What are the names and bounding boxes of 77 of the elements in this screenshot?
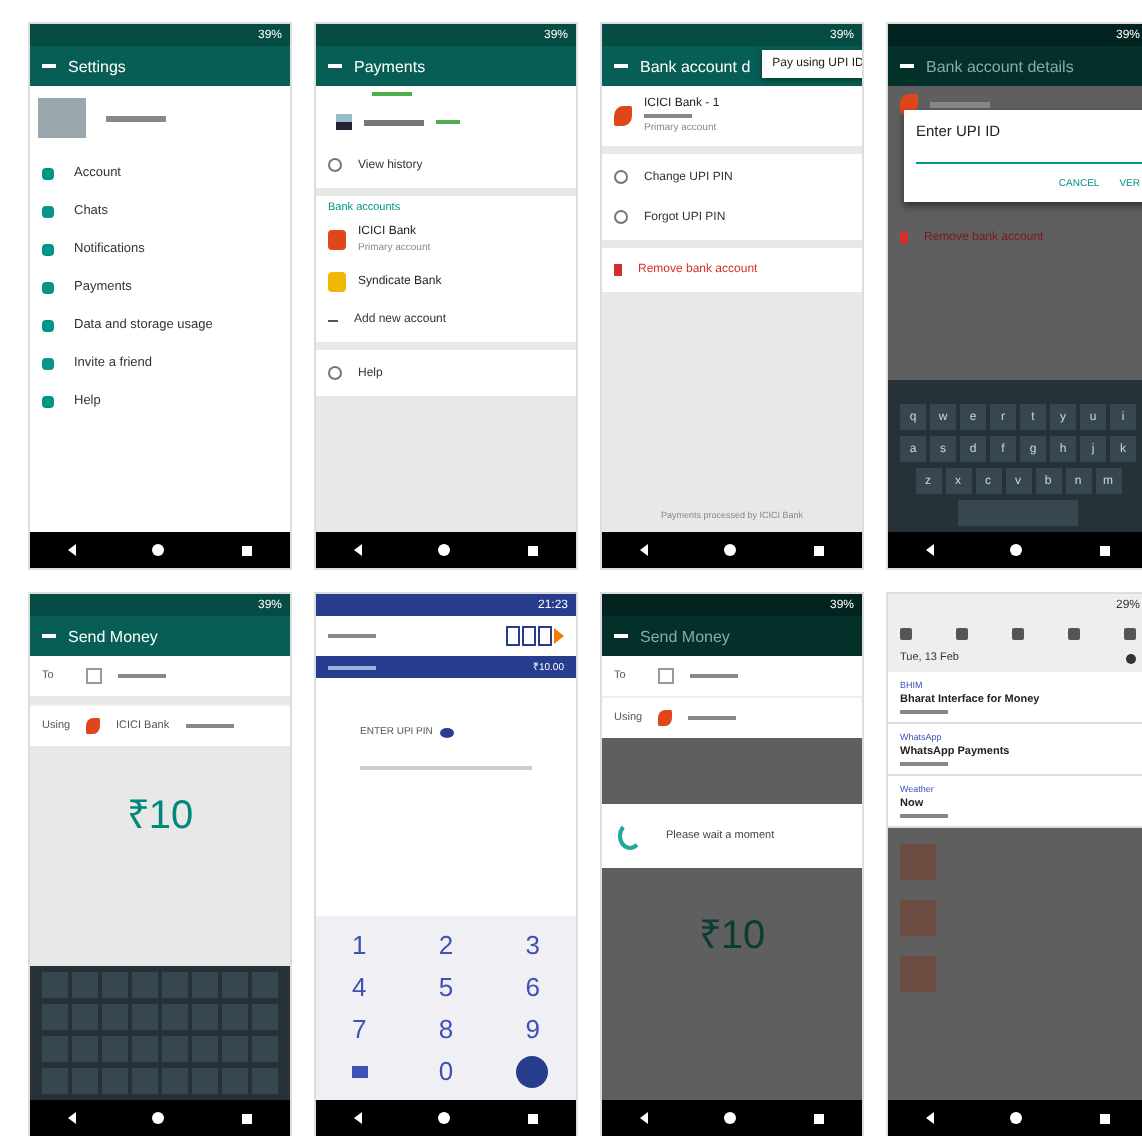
setting-icon — [42, 167, 54, 179]
home-icon[interactable] — [1010, 1112, 1023, 1124]
recents-icon[interactable] — [241, 545, 252, 555]
quick-setting-icon[interactable] — [1012, 628, 1024, 640]
back-icon[interactable] — [640, 544, 649, 556]
avatar-placeholder — [38, 98, 86, 138]
trash-icon — [900, 232, 908, 244]
numpad-key[interactable]: 1 — [316, 924, 403, 966]
home-icon[interactable] — [152, 544, 165, 556]
profile-name-bar — [106, 115, 166, 121]
quick-setting-icon[interactable] — [1068, 628, 1080, 640]
setting-icon — [42, 357, 54, 369]
bank-logo-icon — [86, 718, 100, 734]
payment-card-drawing — [332, 110, 464, 134]
recents-icon[interactable] — [813, 1113, 824, 1123]
home-icon[interactable] — [1010, 544, 1023, 556]
quick-setting-icon[interactable] — [900, 628, 912, 640]
recents-icon[interactable] — [527, 545, 538, 555]
bank-logo-icon — [614, 106, 632, 126]
eye-icon[interactable] — [440, 727, 455, 737]
numpad-key[interactable]: 9 — [489, 1008, 576, 1050]
screen-title: Bank account details — [926, 57, 1074, 75]
recents-icon[interactable] — [527, 1113, 538, 1123]
pin-icon — [614, 170, 628, 184]
screen-title: Payments — [354, 57, 426, 75]
back-icon[interactable] — [354, 544, 363, 556]
upi-logo-icon — [506, 626, 564, 646]
account-details-bar — [930, 101, 990, 107]
numpad-key[interactable]: 6 — [489, 966, 576, 1008]
pin-icon — [614, 210, 628, 224]
home-icon[interactable] — [438, 544, 451, 556]
back-icon[interactable] — [68, 544, 77, 556]
back-icon[interactable] — [354, 1112, 363, 1124]
home-icon[interactable] — [724, 544, 737, 556]
setting-icon — [42, 319, 54, 331]
bank-logo-icon — [658, 710, 672, 726]
screen-title: Send Money — [640, 627, 730, 645]
quick-setting-icon[interactable] — [1124, 628, 1136, 640]
photo-placeholder — [900, 900, 936, 936]
numpad-key[interactable]: 3 — [489, 924, 576, 966]
help-icon — [328, 366, 342, 380]
numpad-key[interactable]: 0 — [402, 1050, 490, 1092]
screen-title: Bank account d — [640, 57, 751, 75]
screen-title: Send Money — [68, 627, 158, 645]
setting-icon — [42, 205, 54, 217]
back-icon[interactable] — [926, 1112, 935, 1124]
home-icon[interactable] — [438, 1112, 451, 1124]
recents-icon[interactable] — [1099, 1113, 1110, 1123]
contact-icon — [658, 668, 674, 684]
setting-icon — [42, 395, 54, 407]
numpad-key[interactable]: 5 — [402, 966, 490, 1008]
home-icon[interactable] — [724, 1112, 737, 1124]
back-icon[interactable] — [926, 544, 935, 556]
photo-placeholder — [900, 844, 936, 880]
home-icon[interactable] — [152, 1112, 165, 1124]
back-icon[interactable] — [640, 1112, 649, 1124]
recents-icon[interactable] — [1099, 545, 1110, 555]
recents-icon[interactable] — [241, 1113, 252, 1123]
quick-setting-icon[interactable] — [956, 628, 968, 640]
amount-text: ₹10 — [698, 912, 766, 960]
photo-placeholder — [900, 956, 936, 992]
recents-icon[interactable] — [813, 545, 824, 555]
amount-text: ₹10 — [126, 792, 194, 840]
contact-icon — [86, 668, 102, 684]
spinner-icon — [618, 822, 642, 850]
clock-icon — [328, 158, 342, 172]
setting-icon — [42, 243, 54, 255]
numpad-key[interactable]: 7 — [316, 1008, 403, 1050]
trash-icon — [614, 264, 622, 276]
numpad-key[interactable]: 4 — [316, 966, 403, 1008]
setting-icon — [42, 281, 54, 293]
numpad-key[interactable]: 8 — [402, 1008, 490, 1050]
back-icon[interactable] — [68, 1112, 77, 1124]
settings-icon[interactable] — [1126, 653, 1136, 663]
screen-title: Settings — [68, 57, 126, 75]
status-bar-line — [372, 92, 412, 96]
numpad-key[interactable]: 2 — [402, 924, 490, 966]
